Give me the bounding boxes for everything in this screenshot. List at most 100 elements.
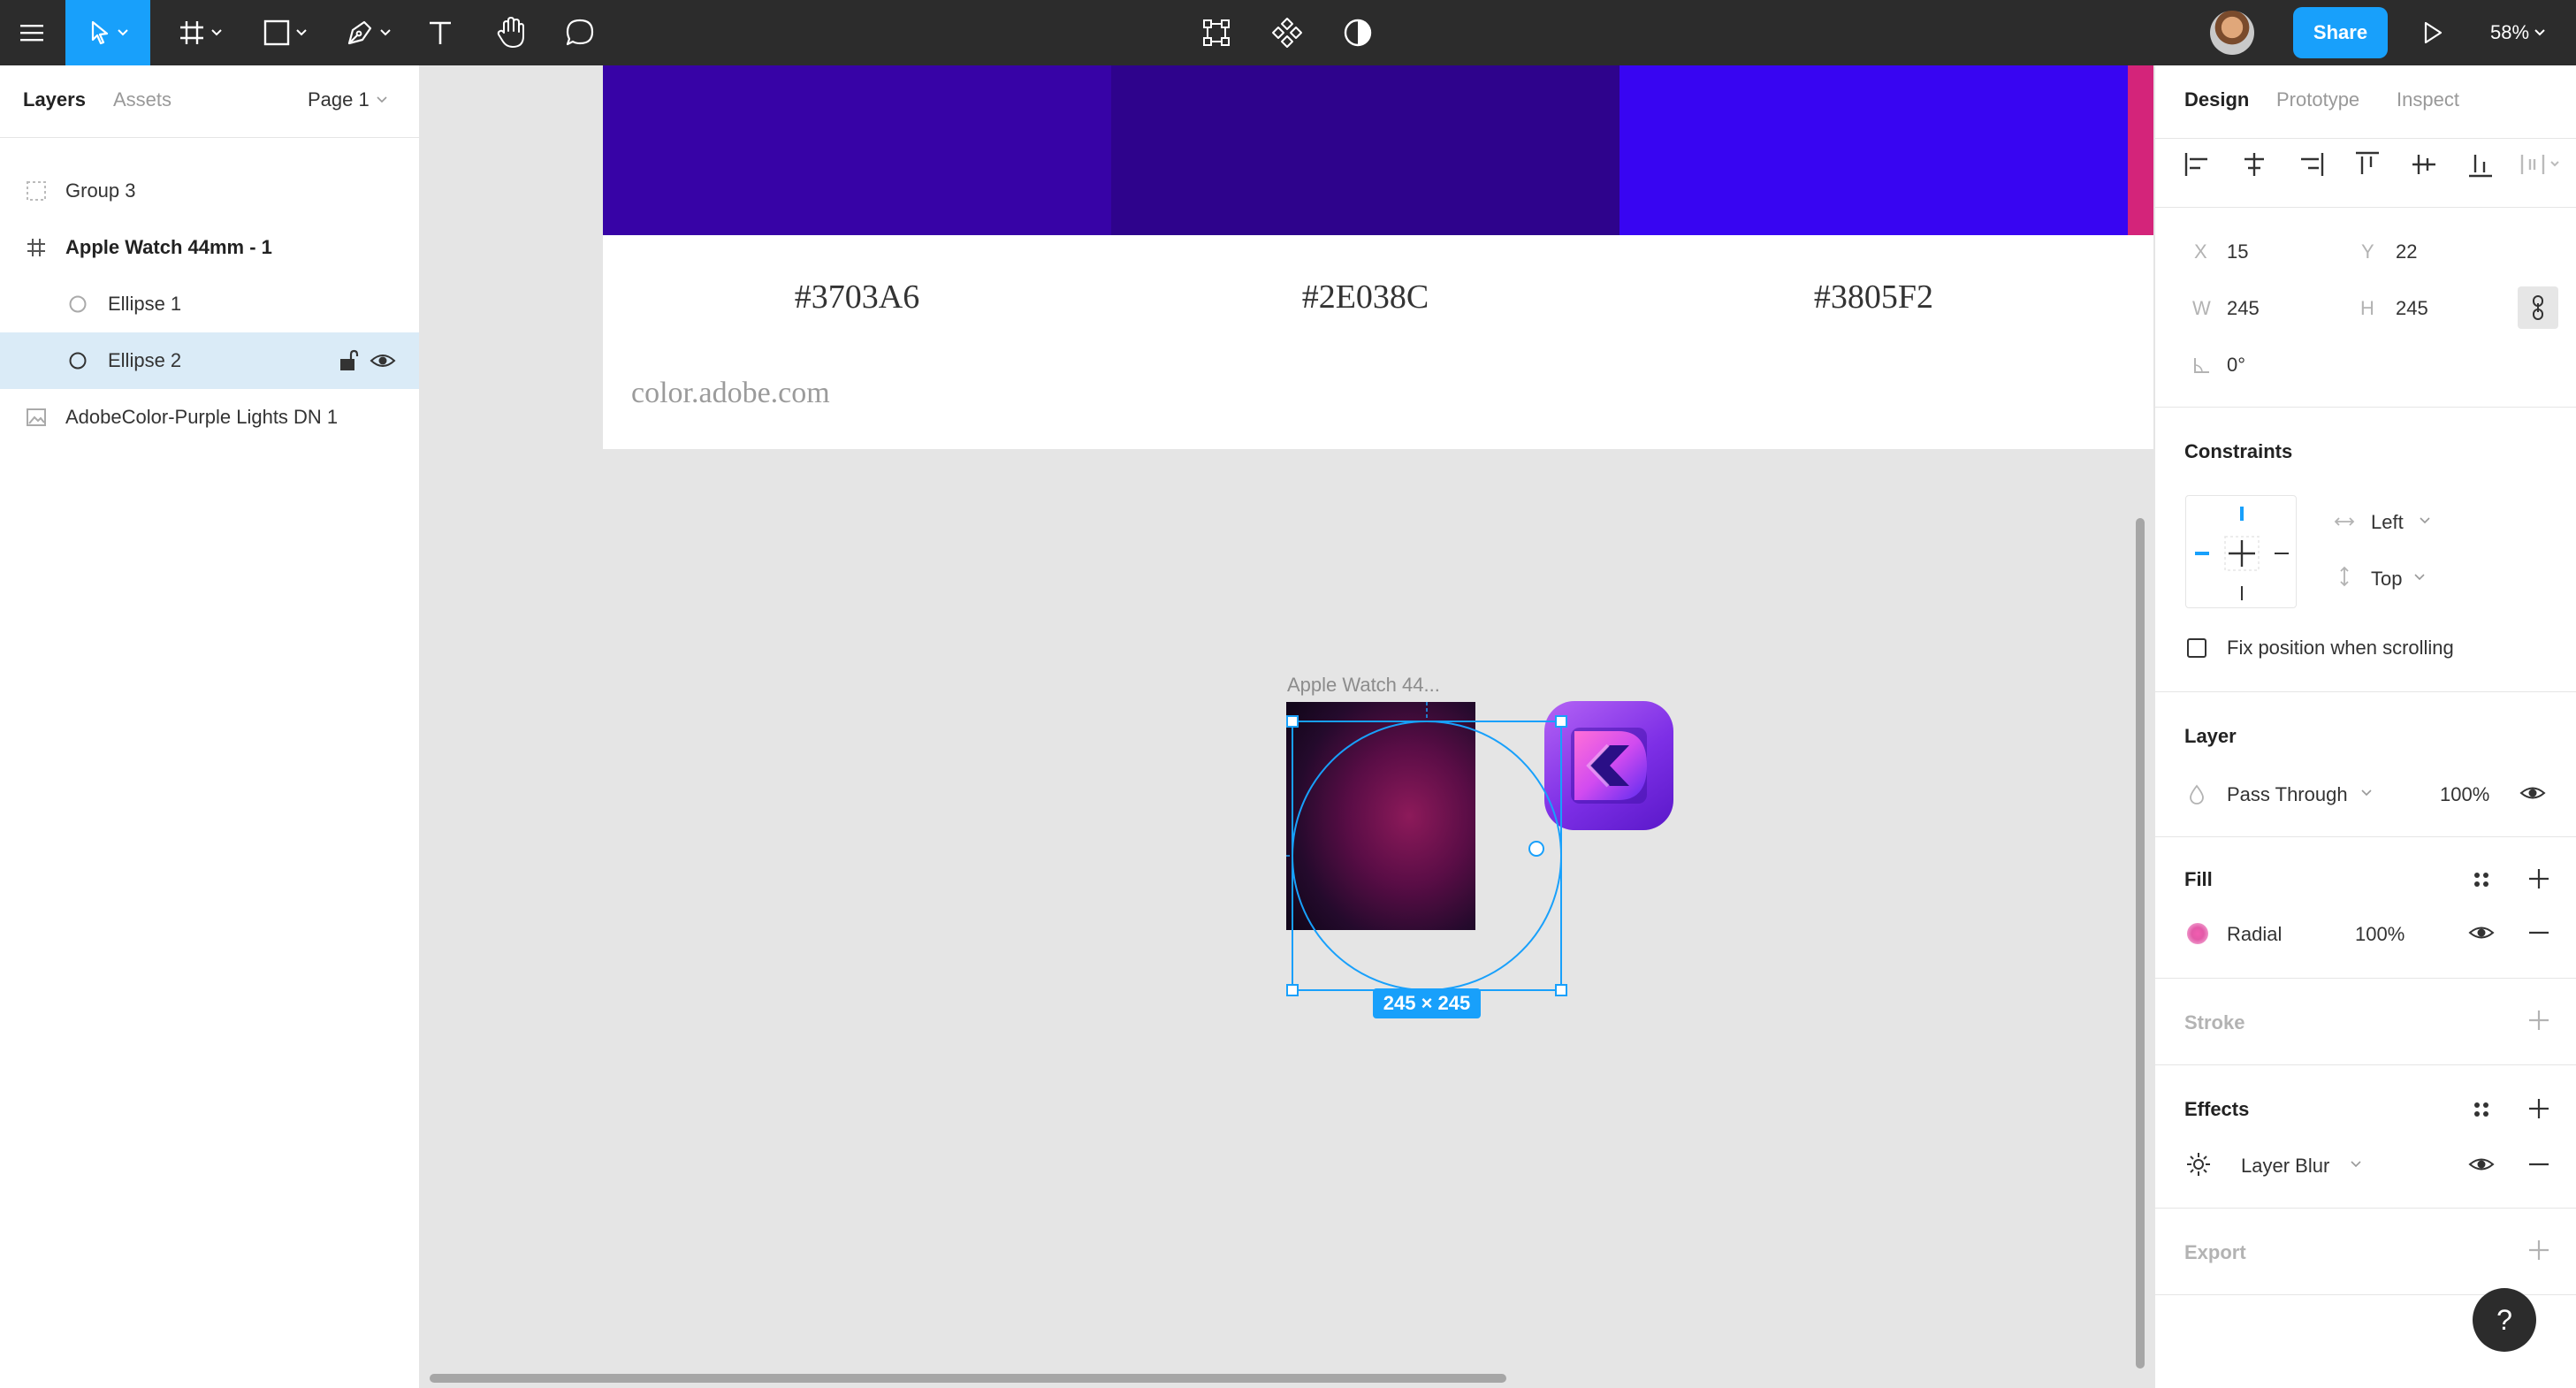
user-avatar[interactable]: [2210, 11, 2254, 55]
design-canvas[interactable]: #3703A6 #2E038C #3805F2 color.adobe.com …: [421, 65, 2153, 1388]
rotation-field[interactable]: 0°: [2227, 354, 2245, 377]
main-menu-button[interactable]: [0, 0, 64, 65]
play-icon: [2424, 21, 2443, 44]
arc-handle[interactable]: [1528, 841, 1544, 857]
eye-icon[interactable]: [2468, 921, 2495, 944]
chevron-down-icon[interactable]: [2360, 789, 2373, 797]
eye-icon[interactable]: [370, 348, 396, 373]
edit-object-icon: [1203, 19, 1230, 46]
help-button[interactable]: ?: [2473, 1288, 2536, 1352]
fill-title: Fill: [2184, 868, 2213, 890]
rectangle-tool-icon: [263, 19, 290, 46]
present-button[interactable]: [2408, 0, 2458, 65]
tab-assets[interactable]: Assets: [113, 88, 171, 111]
mask-button[interactable]: [1337, 0, 1379, 65]
vertical-constraint-value[interactable]: Top: [2371, 568, 2402, 591]
chevron-down-icon[interactable]: [2350, 1160, 2362, 1169]
layer-row-group-3[interactable]: Group 3: [0, 163, 419, 219]
eye-icon[interactable]: [2519, 782, 2546, 805]
constraint-diagram-icon: [2195, 507, 2289, 600]
align-top-icon[interactable]: [2353, 150, 2382, 179]
size-badge: 245 × 245: [1373, 988, 1481, 1018]
layer-row-adobe-image[interactable]: AdobeColor-Purple Lights DN 1: [0, 389, 419, 446]
plus-icon[interactable]: [2526, 866, 2551, 891]
hand-tool-button[interactable]: [483, 0, 539, 65]
group-icon: [24, 179, 49, 203]
chevron-down-icon: [377, 96, 387, 103]
minus-icon[interactable]: [2526, 1153, 2551, 1176]
constraint-widget[interactable]: [2185, 495, 2297, 608]
plus-icon[interactable]: [2526, 1008, 2551, 1033]
minus-icon[interactable]: [2526, 921, 2551, 944]
unlock-icon[interactable]: [338, 348, 359, 373]
fix-position-checkbox[interactable]: [2187, 638, 2206, 658]
layer-opacity-field[interactable]: 100%: [2440, 783, 2489, 806]
ellipse-icon: [65, 292, 90, 316]
move-tool-button[interactable]: [65, 0, 150, 65]
y-field[interactable]: 22: [2396, 240, 2417, 263]
resize-handle[interactable]: [1555, 715, 1567, 728]
align-bottom-icon[interactable]: [2466, 150, 2495, 179]
resize-handle[interactable]: [1286, 715, 1299, 728]
w-label: W: [2192, 297, 2211, 319]
hand-tool-icon: [497, 17, 524, 48]
pen-tool-button[interactable]: [336, 0, 400, 65]
page-selector[interactable]: Page 1: [308, 88, 387, 111]
chevron-down-icon: [380, 29, 391, 36]
eye-icon[interactable]: [2468, 1153, 2495, 1176]
plus-icon[interactable]: [2526, 1096, 2551, 1121]
layer-name: Ellipse 1: [108, 293, 182, 315]
tab-layers[interactable]: Layers: [23, 88, 86, 111]
layer-row-ellipse-1[interactable]: Ellipse 1: [0, 276, 419, 332]
zoom-dropdown[interactable]: 58%: [2490, 0, 2545, 65]
fill-swatch[interactable]: [2187, 923, 2208, 944]
horizontal-scrollbar[interactable]: [430, 1374, 1506, 1383]
fill-opacity-field[interactable]: 100%: [2355, 923, 2405, 946]
edit-object-button[interactable]: [1195, 0, 1238, 65]
effect-settings-icon[interactable]: [2185, 1151, 2212, 1178]
effect-type-value[interactable]: Layer Blur: [2241, 1155, 2329, 1178]
blend-mode-icon: [2190, 784, 2204, 805]
divider: [2155, 138, 2576, 139]
plus-icon[interactable]: [2526, 1238, 2551, 1262]
fill-type-value[interactable]: Radial: [2227, 923, 2282, 946]
align-vertical-center-icon[interactable]: [2410, 150, 2438, 179]
chevron-down-icon[interactable]: [2419, 516, 2431, 525]
height-field[interactable]: 245: [2396, 297, 2428, 320]
width-field[interactable]: 245: [2227, 297, 2260, 320]
frame-tool-button[interactable]: [168, 0, 232, 65]
ellipse-icon: [65, 348, 90, 373]
component-button[interactable]: [1266, 0, 1308, 65]
layer-row-apple-watch[interactable]: Apple Watch 44mm - 1: [0, 219, 419, 276]
x-field[interactable]: 15: [2227, 240, 2248, 263]
divider: [2155, 407, 2576, 408]
comment-tool-icon: [566, 19, 594, 46]
resize-handle[interactable]: [1555, 984, 1567, 996]
frame-icon: [24, 235, 49, 260]
style-grid-icon[interactable]: [2470, 1098, 2493, 1121]
vertical-scrollbar[interactable]: [2136, 518, 2145, 1369]
constrain-proportions-button[interactable]: [2518, 286, 2558, 329]
align-right-icon[interactable]: [2297, 150, 2325, 179]
stroke-title: Stroke: [2184, 1011, 2245, 1033]
chevron-down-icon: [2534, 29, 2545, 36]
chevron-down-icon[interactable]: [2413, 573, 2426, 582]
text-tool-button[interactable]: [412, 0, 469, 65]
constraints-title: Constraints: [2184, 440, 2293, 462]
tab-inspect[interactable]: Inspect: [2397, 88, 2459, 111]
horizontal-constraint-value[interactable]: Left: [2371, 511, 2404, 534]
blend-mode-value[interactable]: Pass Through: [2227, 783, 2348, 806]
mask-icon: [1344, 19, 1372, 47]
align-left-icon[interactable]: [2184, 150, 2212, 179]
share-button[interactable]: Share: [2293, 7, 2388, 58]
rectangle-tool-button[interactable]: [253, 0, 316, 65]
rotation-icon: [2194, 358, 2209, 373]
align-horizontal-center-icon[interactable]: [2240, 150, 2268, 179]
layer-row-ellipse-2[interactable]: Ellipse 2: [0, 332, 419, 389]
style-grid-icon[interactable]: [2470, 868, 2493, 891]
tab-design[interactable]: Design: [2184, 88, 2249, 111]
distribute-icon[interactable]: [2519, 150, 2562, 179]
comment-tool-button[interactable]: [552, 0, 608, 65]
resize-handle[interactable]: [1286, 984, 1299, 996]
tab-prototype[interactable]: Prototype: [2276, 88, 2359, 111]
